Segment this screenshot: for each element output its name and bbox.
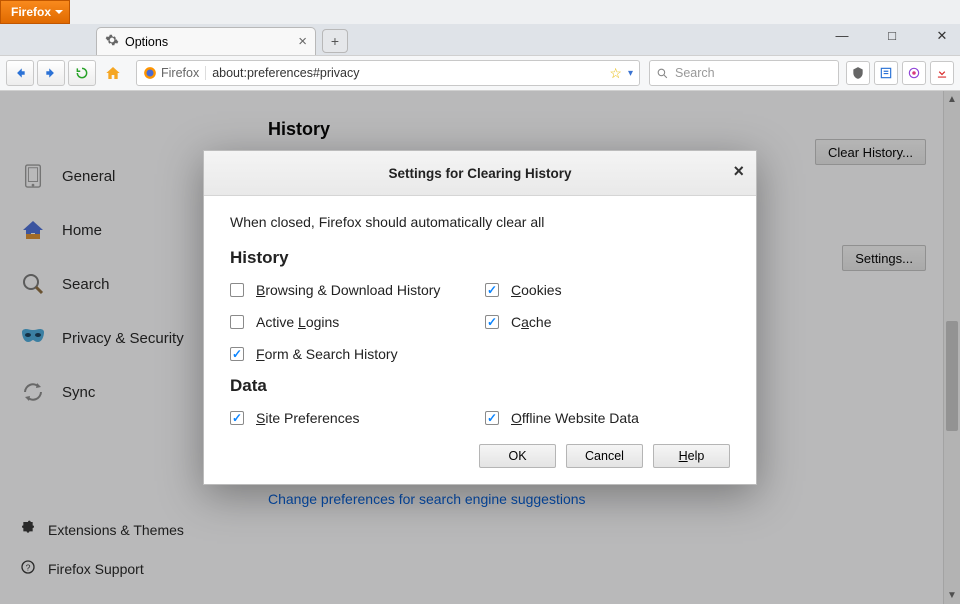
dialog-close-button[interactable]: × [733, 161, 744, 182]
home-button[interactable] [99, 60, 127, 86]
section-data-heading: Data [230, 376, 730, 396]
firefox-menu-button[interactable]: Firefox [0, 0, 70, 24]
url-dropdown-icon[interactable]: ▾ [628, 68, 633, 79]
checkbox-label: Cookies [511, 282, 562, 298]
menu-bar: Firefox [0, 0, 960, 24]
checkbox-icon [485, 283, 499, 297]
ok-button[interactable]: OK [479, 444, 556, 468]
checkbox-cookies[interactable]: Cookies [485, 282, 730, 298]
identity-label: Firefox [161, 66, 199, 80]
dialog-title: Settings for Clearing History [388, 166, 571, 181]
history-checkbox-grid: Browsing & Download History Cookies Acti… [230, 282, 730, 362]
checkbox-icon [230, 315, 244, 329]
reader-icon[interactable] [874, 61, 898, 85]
checkbox-label: Browsing & Download History [256, 282, 440, 298]
search-icon [656, 67, 669, 80]
ublock-icon[interactable] [846, 61, 870, 85]
nav-toolbar: Firefox about:preferences#privacy ☆ ▾ Se… [0, 55, 960, 91]
firefox-menu-label: Firefox [11, 5, 51, 19]
window-maximize-button[interactable]: □ [878, 28, 906, 44]
container-icon[interactable] [902, 61, 926, 85]
dialog-body: When closed, Firefox should automaticall… [204, 196, 756, 484]
data-checkbox-grid: Site Preferences Offline Website Data [230, 410, 730, 426]
clear-history-settings-dialog: Settings for Clearing History × When clo… [203, 150, 757, 485]
identity-box[interactable]: Firefox [143, 66, 206, 80]
checkbox-label: Site Preferences [256, 410, 360, 426]
forward-button[interactable] [37, 60, 65, 86]
checkbox-offline-data[interactable]: Offline Website Data [485, 410, 730, 426]
window-controls: — □ ✕ [828, 28, 956, 44]
checkbox-icon [230, 347, 244, 361]
checkbox-form-history[interactable]: Form & Search History [230, 346, 475, 362]
checkbox-label: Cache [511, 314, 552, 330]
dialog-intro-text: When closed, Firefox should automaticall… [230, 214, 730, 230]
window-close-button[interactable]: ✕ [928, 28, 956, 44]
search-box[interactable]: Search [649, 60, 839, 86]
checkbox-active-logins[interactable]: Active Logins [230, 314, 475, 330]
gear-icon [105, 33, 119, 50]
tab-options[interactable]: Options × [96, 27, 316, 55]
search-placeholder: Search [675, 66, 715, 80]
tab-label: Options [125, 35, 168, 49]
tab-strip: Options × + — □ ✕ [0, 24, 960, 55]
checkbox-icon [485, 315, 499, 329]
back-button[interactable] [6, 60, 34, 86]
window-minimize-button[interactable]: — [828, 28, 856, 44]
reload-button[interactable] [68, 60, 96, 86]
bookmark-star-icon[interactable]: ☆ [609, 65, 622, 82]
checkbox-icon [230, 411, 244, 425]
section-history-heading: History [230, 248, 730, 268]
dialog-titlebar: Settings for Clearing History × [204, 151, 756, 196]
tab-close-button[interactable]: × [298, 34, 307, 49]
checkbox-label: Form & Search History [256, 346, 398, 362]
addon-icons [846, 61, 954, 85]
checkbox-label: Offline Website Data [511, 410, 639, 426]
download-icon[interactable] [930, 61, 954, 85]
checkbox-label: Active Logins [256, 314, 339, 330]
dialog-buttons: OK Cancel Help [230, 444, 730, 468]
checkbox-icon [230, 283, 244, 297]
cancel-button[interactable]: Cancel [566, 444, 643, 468]
url-bar[interactable]: Firefox about:preferences#privacy ☆ ▾ [136, 60, 640, 86]
checkbox-site-preferences[interactable]: Site Preferences [230, 410, 475, 426]
checkbox-icon [485, 411, 499, 425]
help-button[interactable]: Help [653, 444, 730, 468]
url-text: about:preferences#privacy [212, 66, 603, 80]
checkbox-cache[interactable]: Cache [485, 314, 730, 330]
checkbox-browsing-history[interactable]: Browsing & Download History [230, 282, 475, 298]
firefox-icon [143, 66, 157, 80]
new-tab-button[interactable]: + [322, 29, 348, 53]
